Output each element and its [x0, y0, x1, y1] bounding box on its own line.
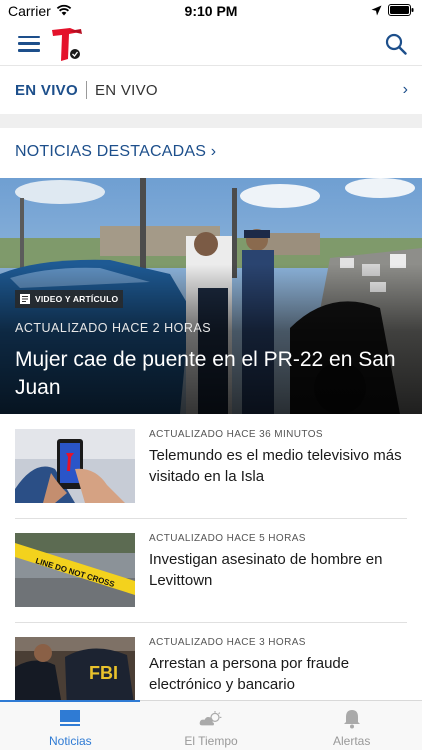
- news-item[interactable]: ACTUALIZADO HACE 36 MINUTOS Telemundo es…: [15, 415, 407, 519]
- tab-alertas[interactable]: Alertas: [281, 701, 422, 750]
- news-thumbnail: [15, 429, 135, 503]
- news-icon: [58, 708, 82, 730]
- video-article-badge: VIDEO Y ARTÍCULO: [15, 290, 124, 308]
- location-arrow-icon: [371, 3, 382, 19]
- section-divider: [0, 114, 422, 128]
- wifi-icon: [56, 3, 72, 19]
- bell-icon: [340, 708, 364, 730]
- tab-label: Noticias: [48, 734, 92, 748]
- fbi-text: FBI: [89, 663, 118, 683]
- hamburger-menu-icon[interactable]: [18, 35, 40, 52]
- tab-el-tiempo[interactable]: El Tiempo: [141, 701, 282, 750]
- active-tab-indicator: [0, 700, 140, 702]
- news-title: Investigan asesinato de hombre en Levitt…: [149, 551, 383, 589]
- tab-bar: Noticias El Tiempo Alertas: [0, 700, 422, 750]
- news-item[interactable]: LINE DO NOT CROSS ACTUALIZADO HACE 5 HOR…: [15, 519, 407, 623]
- carrier-label: Carrier: [8, 3, 51, 19]
- battery-icon: [388, 3, 414, 19]
- featured-news-link[interactable]: NOTICIAS DESTACADAS ›: [15, 143, 216, 161]
- live-stream-row[interactable]: EN VIVO EN VIVO ›: [0, 66, 422, 114]
- status-bar: Carrier 9:10 PM: [0, 0, 422, 22]
- nav-bar: [0, 22, 422, 66]
- live-badge: EN VIVO: [15, 81, 78, 99]
- hero-title[interactable]: Mujer cae de puente en el PR-22 en San J…: [15, 346, 410, 402]
- chevron-right-icon: ›: [402, 81, 408, 98]
- live-label: EN VIVO: [94, 81, 158, 99]
- video-article-label: VIDEO Y ARTÍCULO: [35, 294, 119, 304]
- weather-icon: [199, 708, 223, 730]
- tab-noticias[interactable]: Noticias: [0, 701, 141, 750]
- tab-label: El Tiempo: [184, 734, 238, 748]
- article-icon: [20, 294, 30, 304]
- news-thumbnail: LINE DO NOT CROSS: [15, 533, 135, 607]
- telemundo-logo[interactable]: [50, 26, 84, 62]
- news-title: Arrestan a persona por fraude electrónic…: [149, 655, 350, 693]
- news-updated: ACTUALIZADO HACE 3 HORAS: [149, 637, 306, 648]
- news-title: Telemundo es el medio televisivo más vis…: [149, 447, 402, 485]
- news-updated: ACTUALIZADO HACE 5 HORAS: [149, 533, 306, 544]
- news-updated: ACTUALIZADO HACE 36 MINUTOS: [149, 429, 323, 440]
- hero-updated: ACTUALIZADO HACE 2 HORAS: [15, 321, 212, 335]
- live-divider: [85, 81, 87, 99]
- search-icon[interactable]: [382, 30, 410, 58]
- tab-label: Alertas: [333, 734, 371, 748]
